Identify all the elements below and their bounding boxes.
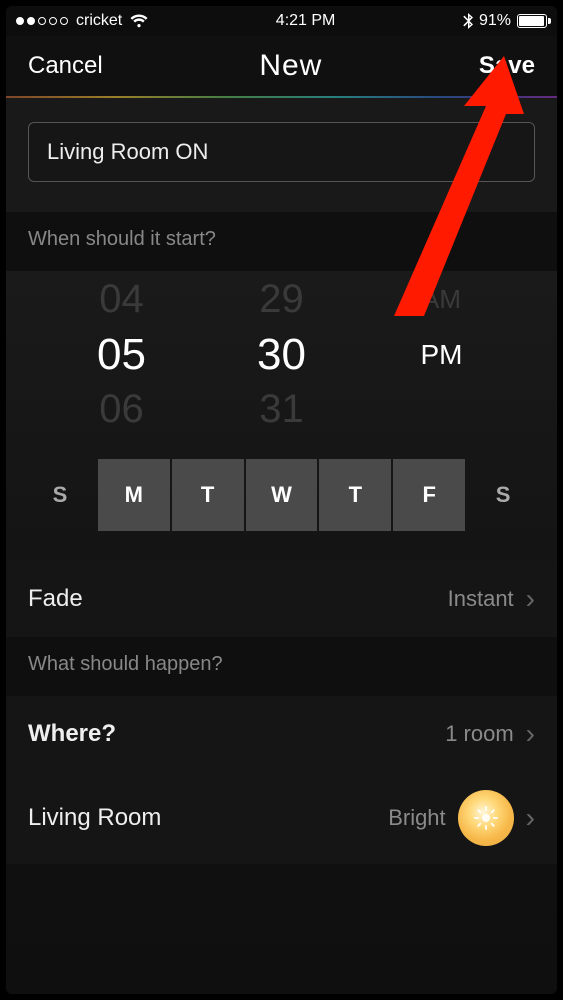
chevron-right-icon: › [526, 718, 535, 750]
minute-next: 31 [237, 382, 327, 437]
day-toggle-1[interactable]: M [98, 459, 170, 531]
fade-label: Fade [28, 585, 83, 613]
fade-value-wrap: Instant › [448, 583, 535, 615]
chevron-right-icon: › [526, 802, 535, 834]
status-bar: cricket 4:21 PM 91% [6, 6, 557, 36]
minute-wheel[interactable]: 29 30 31 [237, 272, 327, 437]
day-toggle-6[interactable]: S [467, 459, 539, 531]
day-toggle-2[interactable]: T [172, 459, 244, 531]
time-picker-section: 04 05 06 29 30 31 AM PM SMTWTFS [6, 271, 557, 561]
wifi-icon [130, 14, 148, 28]
status-left: cricket [16, 12, 148, 30]
carrier-label: cricket [76, 12, 122, 30]
time-picker[interactable]: 04 05 06 29 30 31 AM PM [6, 271, 557, 437]
status-time: 4:21 PM [276, 12, 336, 30]
chevron-right-icon: › [526, 583, 535, 615]
page-title: New [259, 49, 322, 83]
app-screen: cricket 4:21 PM 91% Cancel New Save Livi… [6, 6, 557, 994]
hour-wheel[interactable]: 04 05 06 [77, 272, 167, 437]
bluetooth-icon [463, 13, 473, 29]
meridiem-selected: PM [397, 327, 487, 382]
where-label: Where? [28, 720, 116, 748]
minute-selected: 30 [237, 327, 327, 382]
where-value-wrap: 1 room › [445, 718, 535, 750]
nav-header: Cancel New Save [6, 36, 557, 96]
signal-strength-icon [16, 17, 68, 25]
hour-selected: 05 [77, 327, 167, 382]
scene-value-wrap: Bright › [388, 790, 535, 846]
accent-divider [6, 96, 557, 98]
scene-value: Bright [388, 805, 445, 831]
day-toggle-4[interactable]: T [319, 459, 391, 531]
hour-prev: 04 [77, 272, 167, 327]
routine-name-input[interactable]: Living Room ON [28, 122, 535, 182]
fade-value: Instant [448, 586, 514, 612]
minute-prev: 29 [237, 272, 327, 327]
where-row[interactable]: Where? 1 room › [6, 696, 557, 772]
hour-next: 06 [77, 382, 167, 437]
meridiem-prev: AM [397, 272, 487, 327]
name-section: Living Room ON [6, 98, 557, 212]
day-toggle-0[interactable]: S [24, 459, 96, 531]
section-what-header: What should happen? [6, 637, 557, 696]
fade-row[interactable]: Fade Instant › [6, 561, 557, 637]
scene-bright-icon [458, 790, 514, 846]
cancel-button[interactable]: Cancel [28, 52, 103, 80]
day-selector: SMTWTFS [6, 437, 557, 561]
scene-row[interactable]: Living Room Bright › [6, 772, 557, 864]
where-value: 1 room [445, 721, 513, 747]
status-right: 91% [463, 12, 547, 30]
save-button[interactable]: Save [479, 52, 535, 80]
section-when-header: When should it start? [6, 212, 557, 271]
battery-percent: 91% [479, 12, 511, 30]
day-toggle-3[interactable]: W [246, 459, 318, 531]
meridiem-wheel[interactable]: AM PM [397, 272, 487, 437]
day-toggle-5[interactable]: F [393, 459, 465, 531]
scene-room-label: Living Room [28, 804, 161, 832]
battery-icon [517, 14, 547, 28]
meridiem-next [397, 382, 487, 437]
